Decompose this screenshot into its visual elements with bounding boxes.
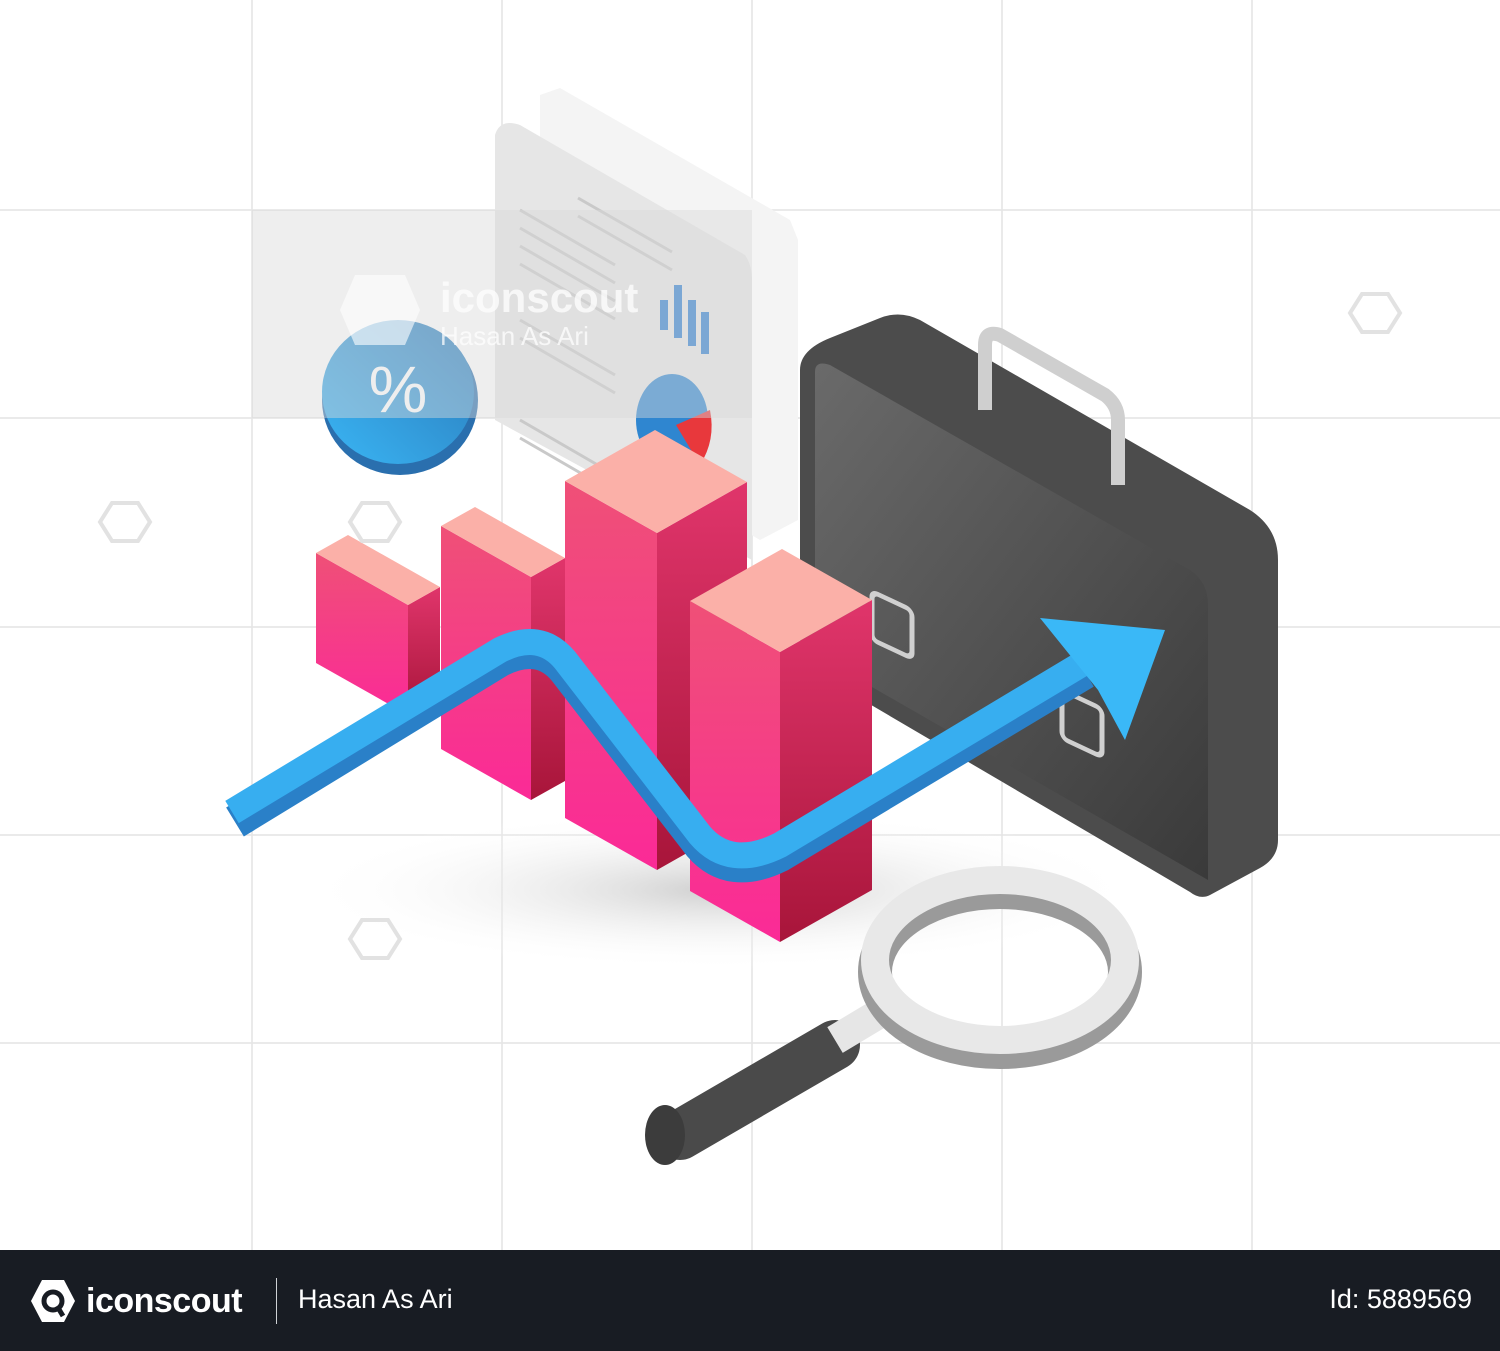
iconscout-logo-icon	[340, 275, 420, 345]
bar-4	[690, 549, 872, 942]
footer-bar: iconscout Hasan As Ari Id: 5889569	[0, 1250, 1500, 1351]
asset-id: Id: 5889569	[1329, 1284, 1472, 1314]
footer-brand-name: iconscout	[86, 1281, 243, 1320]
illustration: % iconscout Hasan As Ari	[0, 0, 1500, 1250]
iconscout-logo-icon	[31, 1280, 75, 1322]
watermark-author: Hasan As Ari	[440, 321, 589, 351]
watermark-brand: iconscout	[440, 274, 638, 321]
footer-author[interactable]: Hasan As Ari	[298, 1284, 453, 1315]
footer-brand[interactable]: iconscout	[30, 1278, 243, 1324]
divider	[276, 1278, 277, 1324]
